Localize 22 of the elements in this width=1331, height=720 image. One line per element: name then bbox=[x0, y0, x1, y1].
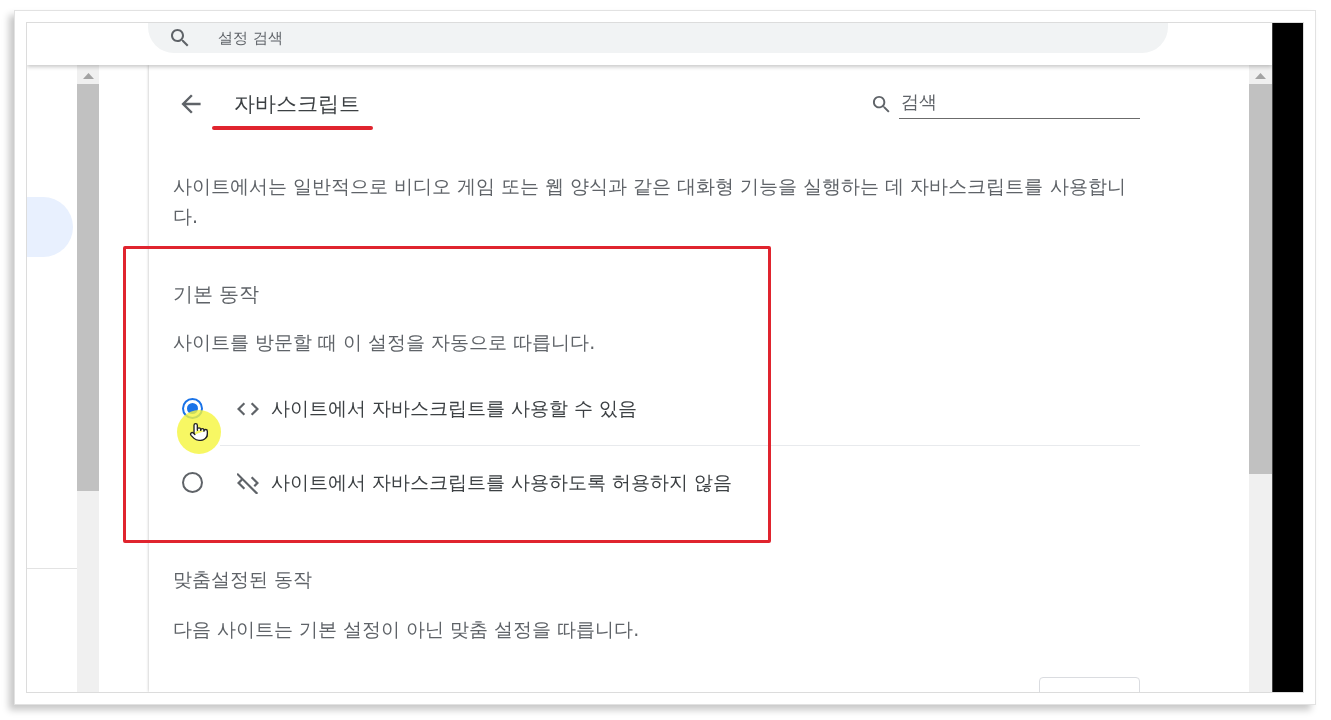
section-heading: 맞춤설정된 동작 bbox=[173, 567, 313, 592]
scroll-up-arrow-icon[interactable] bbox=[1255, 73, 1266, 79]
scrollbar-track[interactable] bbox=[1249, 65, 1272, 692]
description-text: 사이트에서는 일반적으로 비디오 게임 또는 웹 양식과 같은 대화형 기능을 실행하는 데 자바스크립트를 사용합니다. bbox=[173, 174, 1127, 229]
option-label[interactable]: 사이트에서 자바스크립트를 사용하도록 허용하지 않음 bbox=[271, 469, 733, 496]
radio-button[interactable] bbox=[182, 471, 203, 493]
code-off-icon bbox=[237, 471, 259, 494]
section-subtitle: 사이트를 방문할 때 이 설정을 자동으로 따릅니다. bbox=[173, 330, 596, 355]
settings-search-input[interactable]: 설정 검색 bbox=[218, 29, 518, 47]
scrollbar-track[interactable] bbox=[77, 65, 99, 692]
section-subtitle: 다음 사이트는 기본 설정이 아닌 맞춤 설정을 따릅니다. bbox=[173, 617, 640, 642]
search-icon bbox=[872, 94, 891, 114]
search-icon bbox=[170, 28, 190, 48]
scroll-up-arrow-icon[interactable] bbox=[82, 73, 94, 79]
nav-item-highlight[interactable] bbox=[27, 197, 73, 257]
back-arrow-icon bbox=[179, 92, 203, 116]
search-input[interactable]: 검색 bbox=[899, 89, 1140, 119]
section-heading: 기본 동작 bbox=[173, 281, 260, 308]
scrollbar-thumb[interactable] bbox=[1249, 84, 1272, 474]
option-label[interactable]: 사이트에서 자바스크립트를 사용할 수 있음 bbox=[271, 395, 638, 422]
scrollbar-thumb[interactable] bbox=[77, 84, 99, 491]
page-title: 자바스크립트 bbox=[234, 91, 360, 118]
